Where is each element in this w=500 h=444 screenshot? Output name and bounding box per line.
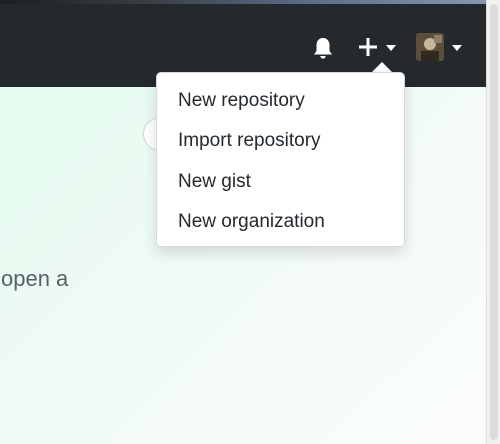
page-scrollbar[interactable] (486, 0, 500, 444)
bell-icon[interactable] (312, 36, 334, 60)
avatar-caret-down-icon[interactable] (452, 45, 462, 51)
menu-item-new-organization[interactable]: New organization (157, 202, 404, 242)
avatar[interactable] (416, 33, 444, 61)
content-partial-text: open a (1, 266, 69, 291)
create-new-dropdown: New repository Import repository New gis… (156, 72, 405, 247)
menu-item-new-repository[interactable]: New repository (157, 81, 404, 121)
dropdown-pointer (372, 62, 392, 72)
menu-item-import-repository[interactable]: Import repository (157, 121, 404, 161)
plus-icon[interactable] (358, 37, 378, 57)
avatar-image (416, 33, 444, 61)
menu-item-new-gist[interactable]: New gist (157, 162, 404, 202)
scrollbar-thumb[interactable] (490, 4, 498, 440)
page: › open a New repository Import repositor… (0, 0, 500, 444)
caret-down-icon[interactable] (386, 45, 396, 51)
